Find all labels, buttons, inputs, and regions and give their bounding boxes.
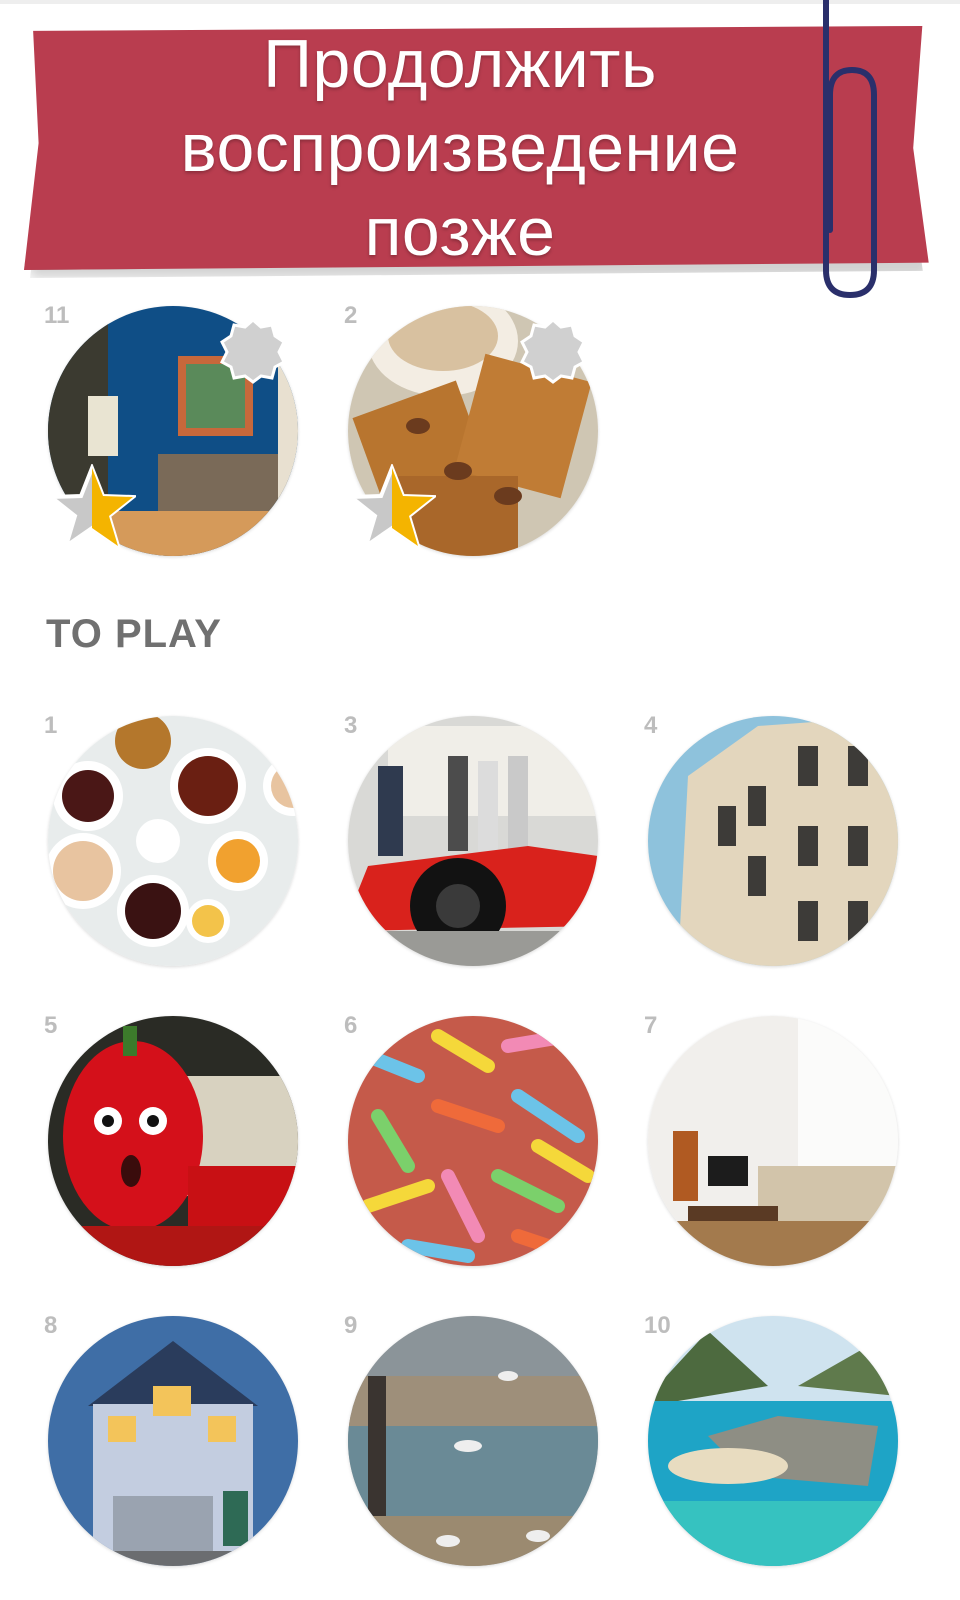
level-card-2[interactable]: 2	[344, 302, 598, 556]
level-number: 3	[344, 712, 358, 739]
level-thumbnail-4[interactable]	[648, 716, 898, 966]
seal-icon	[220, 318, 286, 384]
level-card-7[interactable]: 7	[644, 1012, 898, 1266]
banner-title: Продолжить воспроизведение позже	[60, 26, 860, 270]
banner-line-1: Продолжить	[263, 26, 657, 102]
level-thumbnail-5[interactable]	[48, 1016, 298, 1266]
level-card-1[interactable]: 1	[44, 712, 298, 966]
level-thumbnail-6[interactable]	[348, 1016, 598, 1266]
level-card-10[interactable]: 10	[644, 1312, 898, 1566]
level-card-9[interactable]: 9	[344, 1312, 598, 1566]
star-progress-icon	[348, 464, 436, 550]
level-number: 1	[44, 712, 58, 739]
level-number: 4	[644, 712, 658, 739]
level-number: 10	[644, 1312, 671, 1339]
level-thumbnail-10[interactable]	[648, 1316, 898, 1566]
section-title-to-play: TO PLAY	[46, 612, 222, 656]
level-number: 11	[44, 302, 70, 329]
level-number: 7	[644, 1012, 658, 1039]
level-number: 5	[44, 1012, 58, 1039]
banner-line-2: воспроизведение	[180, 110, 740, 186]
level-number: 2	[344, 302, 358, 329]
level-card-6[interactable]: 6	[344, 1012, 598, 1266]
level-thumbnail-8[interactable]	[48, 1316, 298, 1566]
level-thumbnail-1[interactable]	[48, 716, 298, 966]
level-card-4[interactable]: 4	[644, 712, 898, 966]
level-thumbnail-9[interactable]	[348, 1316, 598, 1566]
seal-icon	[520, 318, 586, 384]
level-number: 6	[344, 1012, 358, 1039]
level-card-3[interactable]: 3	[344, 712, 598, 966]
top-edge	[0, 0, 960, 4]
level-number: 8	[44, 1312, 58, 1339]
level-number: 9	[344, 1312, 358, 1339]
star-progress-icon	[48, 464, 136, 550]
level-thumbnail-7[interactable]	[648, 1016, 898, 1266]
level-card-5[interactable]: 5	[44, 1012, 298, 1266]
level-card-8[interactable]: 8	[44, 1312, 298, 1566]
banner-line-3: позже	[364, 194, 556, 270]
level-card-11[interactable]: 11	[44, 302, 298, 556]
level-thumbnail-3[interactable]	[348, 716, 598, 966]
paperclip-icon	[823, 0, 877, 299]
